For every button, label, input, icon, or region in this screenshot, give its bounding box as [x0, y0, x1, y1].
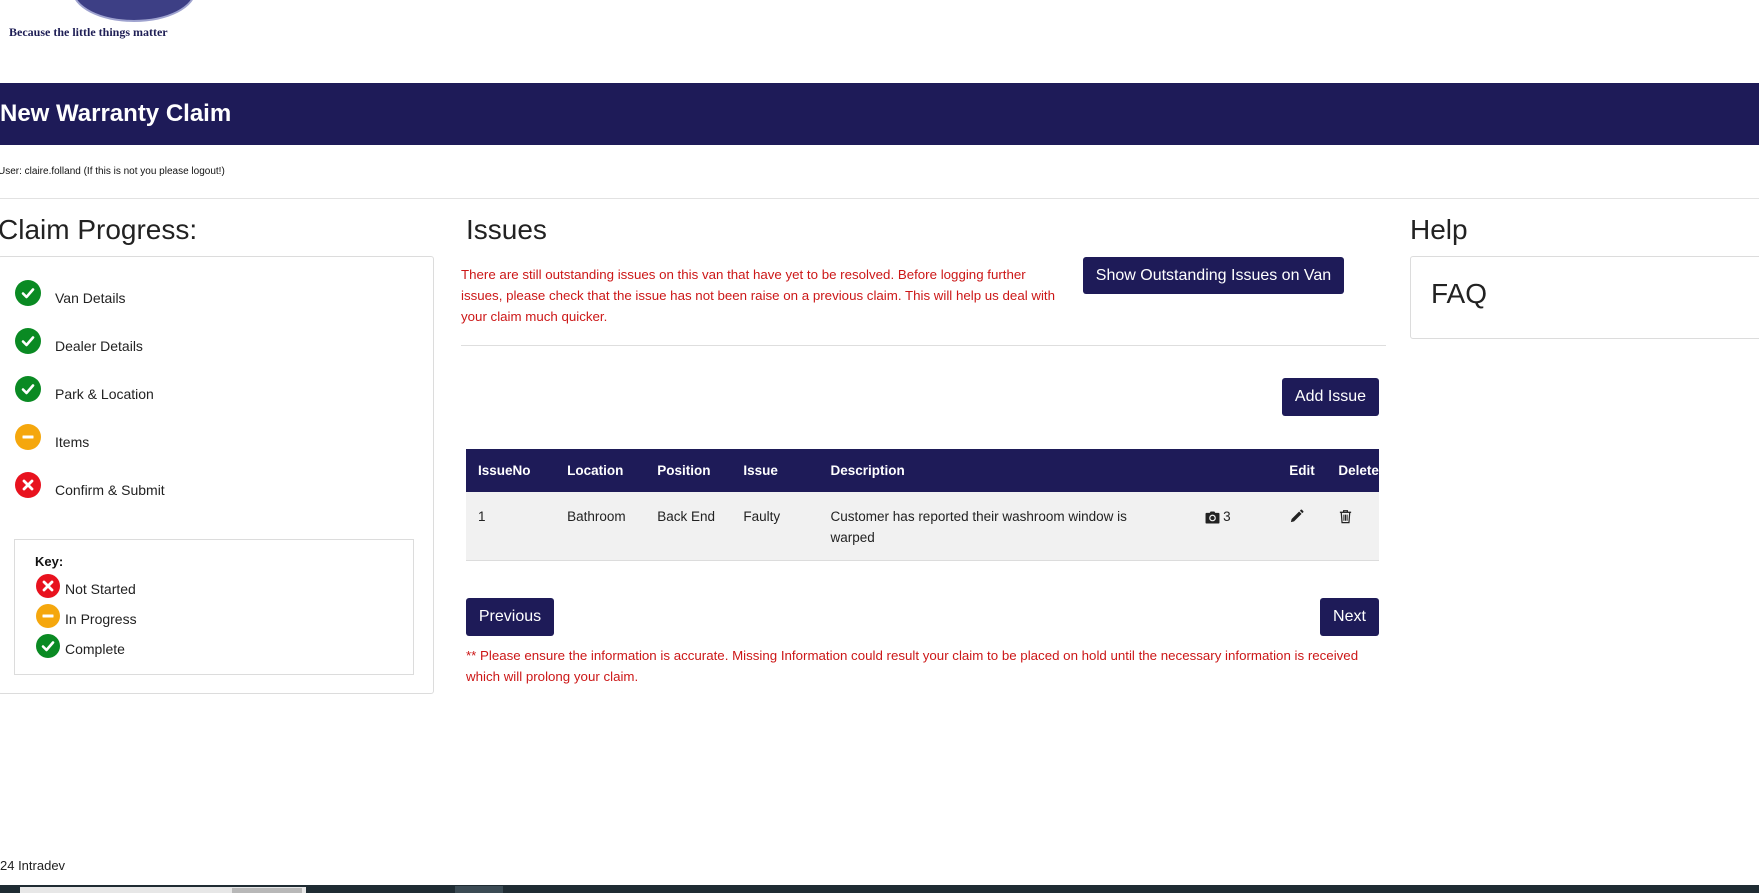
key-item-not-started: Not Started — [36, 574, 136, 598]
key-title: Key: — [35, 554, 64, 569]
header-photos — [1193, 449, 1278, 492]
header-issueno: IssueNo — [466, 449, 556, 492]
taskbar-item[interactable] — [455, 886, 503, 893]
cell-issueno: 1 — [466, 492, 556, 561]
key-item-complete: Complete — [36, 634, 125, 658]
photo-count: 3 — [1223, 509, 1231, 524]
progress-step-label: Dealer Details — [55, 338, 143, 354]
trash-icon[interactable] — [1338, 506, 1353, 524]
progress-step-items[interactable]: Items — [15, 423, 89, 451]
brand-tagline: Because the little things matter — [9, 25, 168, 39]
claim-progress-panel: Van Details Dealer Details Park & Locati… — [0, 256, 434, 694]
cell-photos: 3 — [1193, 492, 1278, 561]
x-circle-icon — [36, 574, 60, 598]
pencil-icon[interactable] — [1289, 506, 1304, 524]
header-issue: Issue — [731, 449, 819, 492]
minus-circle-icon — [15, 424, 41, 450]
photos-link[interactable]: 3 — [1205, 506, 1277, 527]
header-edit: Edit — [1277, 449, 1327, 492]
header-location: Location — [555, 449, 646, 492]
outstanding-issues-warning: There are still outstanding issues on th… — [461, 267, 1056, 324]
progress-step-label: Confirm & Submit — [55, 482, 165, 498]
camera-icon — [1205, 510, 1220, 524]
check-circle-icon — [15, 328, 41, 354]
copyright-text: 24 Intradev — [0, 858, 66, 873]
progress-step-dealer-details[interactable]: Dealer Details — [15, 327, 143, 355]
header-divider — [0, 198, 1759, 199]
cell-description: Customer has reported their washroom win… — [818, 492, 1194, 561]
issues-heading: Issues — [466, 214, 547, 245]
progress-step-label: Park & Location — [55, 386, 154, 402]
issues-divider — [461, 345, 1386, 346]
help-panel: FAQ — [1410, 256, 1759, 339]
key-label: In Progress — [65, 611, 137, 627]
progress-step-label: Items — [55, 434, 90, 450]
table-row: 1 Bathroom Back End Faulty Customer has … — [466, 492, 1379, 561]
key-label: Not Started — [65, 581, 136, 597]
key-item-in-progress: In Progress — [36, 604, 137, 628]
page-header: New Warranty Claim — [0, 83, 1759, 145]
cell-edit — [1277, 492, 1327, 561]
accuracy-warning: ** Please ensure the information is accu… — [466, 648, 1359, 684]
progress-step-confirm-submit[interactable]: Confirm & Submit — [15, 471, 165, 499]
table-header-row: IssueNo Location Position Issue Descript… — [466, 449, 1379, 492]
x-circle-icon — [15, 472, 41, 498]
cell-location: Bathroom — [555, 492, 646, 561]
key-label: Complete — [65, 641, 125, 657]
check-circle-icon — [36, 634, 60, 658]
next-button[interactable]: Next — [1320, 598, 1379, 636]
taskbar-item-segment — [232, 888, 302, 893]
faq-link[interactable]: FAQ — [1431, 278, 1487, 310]
show-outstanding-issues-button[interactable]: Show Outstanding Issues on Van — [1083, 257, 1344, 294]
header-description: Description — [818, 449, 1194, 492]
header-position: Position — [645, 449, 732, 492]
progress-step-label: Van Details — [55, 290, 126, 306]
claim-progress-heading: Claim Progress: — [0, 214, 198, 245]
status-key: Key: Not Started In Progress Complete — [14, 539, 414, 675]
cell-position: Back End — [645, 492, 732, 561]
minus-circle-icon — [36, 604, 60, 628]
help-heading: Help — [1410, 214, 1468, 245]
header-delete: Delete — [1326, 449, 1379, 492]
user-info: User: claire.folland (If this is not you… — [0, 166, 225, 177]
issues-table: IssueNo Location Position Issue Descript… — [466, 449, 1379, 561]
progress-step-park-location[interactable]: Park & Location — [15, 375, 154, 403]
page-title: New Warranty Claim — [0, 100, 232, 127]
add-issue-button[interactable]: Add Issue — [1282, 378, 1379, 416]
previous-button[interactable]: Previous — [466, 598, 554, 636]
brand-logo — [72, 0, 196, 22]
cell-delete — [1326, 492, 1379, 561]
progress-step-van-details[interactable]: Van Details — [15, 279, 126, 307]
check-circle-icon — [15, 376, 41, 402]
check-circle-icon — [15, 280, 41, 306]
cell-issue: Faulty — [731, 492, 819, 561]
